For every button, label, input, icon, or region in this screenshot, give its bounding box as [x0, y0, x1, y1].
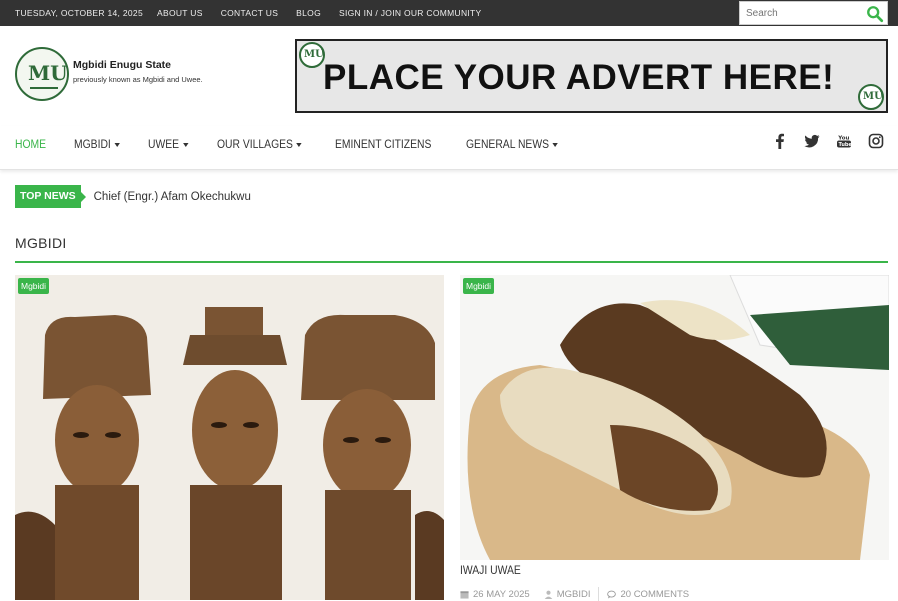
search-icon[interactable] — [866, 5, 884, 23]
sign-in-link[interactable]: SIGN IN / JOIN OUR COMMUNITY — [339, 8, 482, 18]
article-title[interactable]: IWAJI UWAE — [460, 565, 521, 577]
search-input[interactable] — [740, 2, 864, 24]
contact-us-link[interactable]: CONTACT US — [221, 8, 278, 18]
logo-subtitle: previously known as Mgbidi and Uwee. — [73, 75, 203, 84]
main-nav: HOME MGBIDI UWEE OUR VILLAGES EMINENT CI… — [0, 126, 898, 170]
facebook-icon[interactable] — [772, 133, 788, 149]
blog-link[interactable]: BLOG — [296, 8, 321, 18]
advert-seal-icon: MU — [858, 84, 884, 110]
chevron-down-icon — [183, 143, 189, 147]
nav-general-news[interactable]: GENERAL NEWS — [466, 139, 559, 151]
carved-figures-image[interactable] — [15, 275, 444, 600]
category-badge[interactable]: Mgbidi — [18, 278, 50, 294]
instagram-icon[interactable] — [868, 133, 884, 149]
top-bar: TUESDAY, OCTOBER 14, 2025 ABOUT US CONTA… — [0, 0, 898, 26]
youtube-icon[interactable]: YouTube — [836, 133, 852, 149]
advert-text: PLACE YOUR ADVERT HERE! — [323, 58, 835, 97]
nav-home[interactable]: HOME — [15, 139, 46, 151]
chevron-down-icon — [113, 143, 120, 147]
nav-uwee[interactable]: UWEE — [148, 139, 189, 151]
twitter-icon[interactable] — [804, 133, 820, 149]
top-news-headline[interactable]: Chief (Engr.) Afam Okechukwu — [94, 191, 251, 203]
article-author[interactable]: MGBIDI — [544, 589, 590, 600]
article-date: 26 MAY 2025 — [460, 589, 530, 600]
nav-our-villages[interactable]: OUR VILLAGES — [217, 139, 302, 151]
section-title: MGBIDI — [15, 235, 67, 251]
about-us-link[interactable]: ABOUT US — [157, 8, 203, 18]
section-divider — [15, 261, 888, 263]
logo-monogram: MU — [28, 61, 68, 85]
chevron-down-icon — [553, 143, 559, 147]
logo-title: Mgbidi Enugu State — [73, 59, 171, 71]
chevron-down-icon — [296, 143, 302, 147]
article-card[interactable]: Mgbidi — [460, 275, 889, 560]
roasted-yam-image[interactable] — [460, 275, 889, 560]
article-comments[interactable]: 20 COMMENTS — [607, 589, 689, 600]
top-news-label: TOP NEWS — [15, 185, 86, 208]
current-date: TUESDAY, OCTOBER 14, 2025 — [15, 8, 143, 18]
nav-mgbidi[interactable]: MGBIDI — [74, 139, 120, 151]
advert-banner[interactable]: MU PLACE YOUR ADVERT HERE! MU — [295, 39, 888, 113]
social-links: You Tube — [772, 133, 884, 149]
logo-badge: MU — [15, 47, 69, 101]
advert-seal-icon: MU — [299, 42, 325, 68]
article-card[interactable]: Mgbidi — [15, 275, 444, 600]
site-logo[interactable]: MU Mgbidi Enugu State previously known a… — [15, 45, 203, 103]
svg-text:Tube: Tube — [839, 142, 853, 148]
nav-eminent-citizens[interactable]: EMINENT CITIZENS — [335, 139, 431, 151]
article-meta: 26 MAY 2025 MGBIDI 20 COMMENTS — [460, 587, 703, 601]
calendar-icon — [460, 590, 469, 599]
comment-icon — [607, 590, 617, 599]
user-icon — [544, 590, 552, 599]
search-box — [739, 1, 888, 25]
top-links: ABOUT US CONTACT US BLOG SIGN IN / JOIN … — [157, 8, 482, 18]
top-news-ticker: TOP NEWS Chief (Engr.) Afam Okechukwu — [15, 185, 251, 208]
category-badge[interactable]: Mgbidi — [463, 278, 495, 294]
